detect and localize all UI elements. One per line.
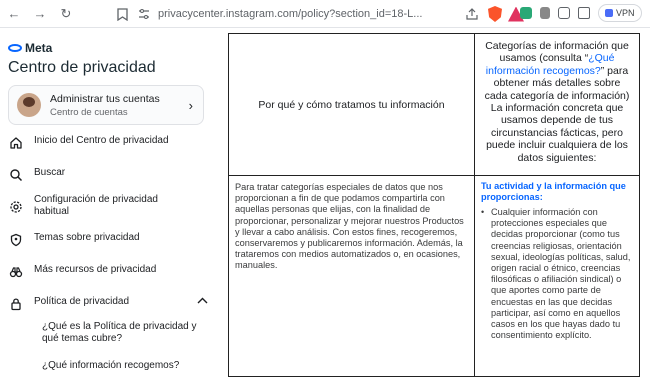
home-icon (8, 135, 24, 151)
address-bar[interactable]: privacycenter.instagram.com/policy?secti… (136, 3, 466, 25)
vpn-label: VPN (616, 8, 635, 18)
search-icon (8, 167, 24, 183)
category-bullet-text: Cualquier información con protecciones e… (491, 207, 633, 341)
sidebar-item-label: Configuración de privacidad habitual (34, 194, 184, 218)
vpn-button[interactable]: VPN (598, 4, 642, 22)
back-icon[interactable]: ← (4, 4, 24, 24)
bookmark-icon[interactable] (112, 4, 132, 24)
sidebar-item-settings[interactable]: Configuración de privacidad habitual (8, 194, 204, 218)
accounts-subtitle: Centro de cuentas (50, 107, 160, 118)
browser-toolbar: ← → ↻ privacycenter.instagram.com/policy… (0, 0, 650, 28)
wallet-icon[interactable] (578, 7, 590, 19)
url-text[interactable]: privacycenter.instagram.com/policy?secti… (158, 8, 422, 20)
accounts-title: Administrar tus cuentas (50, 93, 160, 105)
sidebar-item-label: Buscar (34, 167, 65, 179)
table-header-categories: Categorías de información que usamos (co… (475, 34, 639, 175)
brave-shields-icon[interactable] (488, 6, 502, 22)
site-settings-icon[interactable] (136, 6, 152, 22)
category-title: Tu actividad y la información que propor… (481, 181, 633, 203)
accounts-center-card[interactable]: Administrar tus cuentas Centro de cuenta… (8, 85, 204, 125)
sidebar-item-search[interactable]: Buscar (8, 167, 204, 183)
chevron-right-icon: › (189, 98, 193, 113)
sidebar-item-policy[interactable]: Política de privacidad (8, 296, 204, 312)
shield-icon (8, 232, 24, 248)
chevron-up-icon[interactable] (197, 295, 208, 307)
sidebar-item-resources[interactable]: Más recursos de privacidad (8, 264, 204, 280)
extension-icon[interactable] (520, 7, 532, 19)
table-header-row: Por qué y cómo tratamos tu información C… (229, 34, 639, 176)
sidebar-toggle-icon[interactable] (558, 7, 570, 19)
purpose-cell: Para tratar categorías especiales de dat… (229, 176, 475, 376)
table-header-purpose: Por qué y cómo tratamos tu información (229, 34, 475, 175)
vpn-icon (605, 9, 613, 17)
share-icon[interactable] (462, 4, 482, 24)
sidebar-item-label: Política de privacidad (34, 296, 129, 308)
main-content: Por qué y cómo tratamos tu información C… (216, 29, 650, 372)
sidebar-subitem-what-we-collect[interactable]: ¿Qué información recogemos? (42, 360, 202, 372)
meta-brand: Meta (25, 41, 52, 55)
puzzle-icon[interactable] (540, 7, 550, 19)
page-title: Centro de privacidad (8, 59, 156, 77)
sidebar-item-label: Temas sobre privacidad (34, 232, 140, 244)
gear-icon (8, 199, 24, 215)
sidebar-item-label: Más recursos de privacidad (34, 264, 156, 276)
policy-table: Por qué y cómo tratamos tu información C… (228, 33, 640, 377)
bullet-icon: • (481, 207, 491, 341)
sidebar-item-label: Inicio del Centro de privacidad (34, 135, 169, 147)
sidebar-item-home[interactable]: Inicio del Centro de privacidad (8, 135, 204, 151)
categories-cell: Tu actividad y la información que propor… (475, 176, 639, 376)
header-categories-text-cont: ” para obtener más detalles sobre cada c… (485, 65, 630, 164)
sidebar-subitem-what-is-policy[interactable]: ¿Qué es la Política de privacidad y qué … (42, 321, 202, 345)
lock-icon (8, 296, 24, 312)
forward-icon[interactable]: → (30, 4, 50, 24)
list-item: • Cualquier información con protecciones… (481, 207, 633, 341)
extensions-area: VPN (520, 4, 650, 22)
table-row: Para tratar categorías especiales de dat… (229, 176, 639, 376)
header-purpose-text: Por qué y cómo tratamos tu información (258, 99, 444, 111)
binoculars-icon (8, 264, 24, 280)
reload-icon[interactable]: ↻ (56, 4, 76, 24)
meta-logo[interactable]: Meta (8, 41, 52, 55)
url-actions (462, 4, 524, 24)
meta-logo-icon (8, 44, 22, 52)
sidebar: Meta Centro de privacidad Administrar tu… (0, 29, 216, 372)
purpose-text: Para tratar categorías especiales de dat… (235, 182, 464, 270)
nav-controls: ← → ↻ (0, 4, 76, 24)
avatar (17, 93, 41, 117)
sidebar-item-topics[interactable]: Temas sobre privacidad (8, 232, 204, 248)
